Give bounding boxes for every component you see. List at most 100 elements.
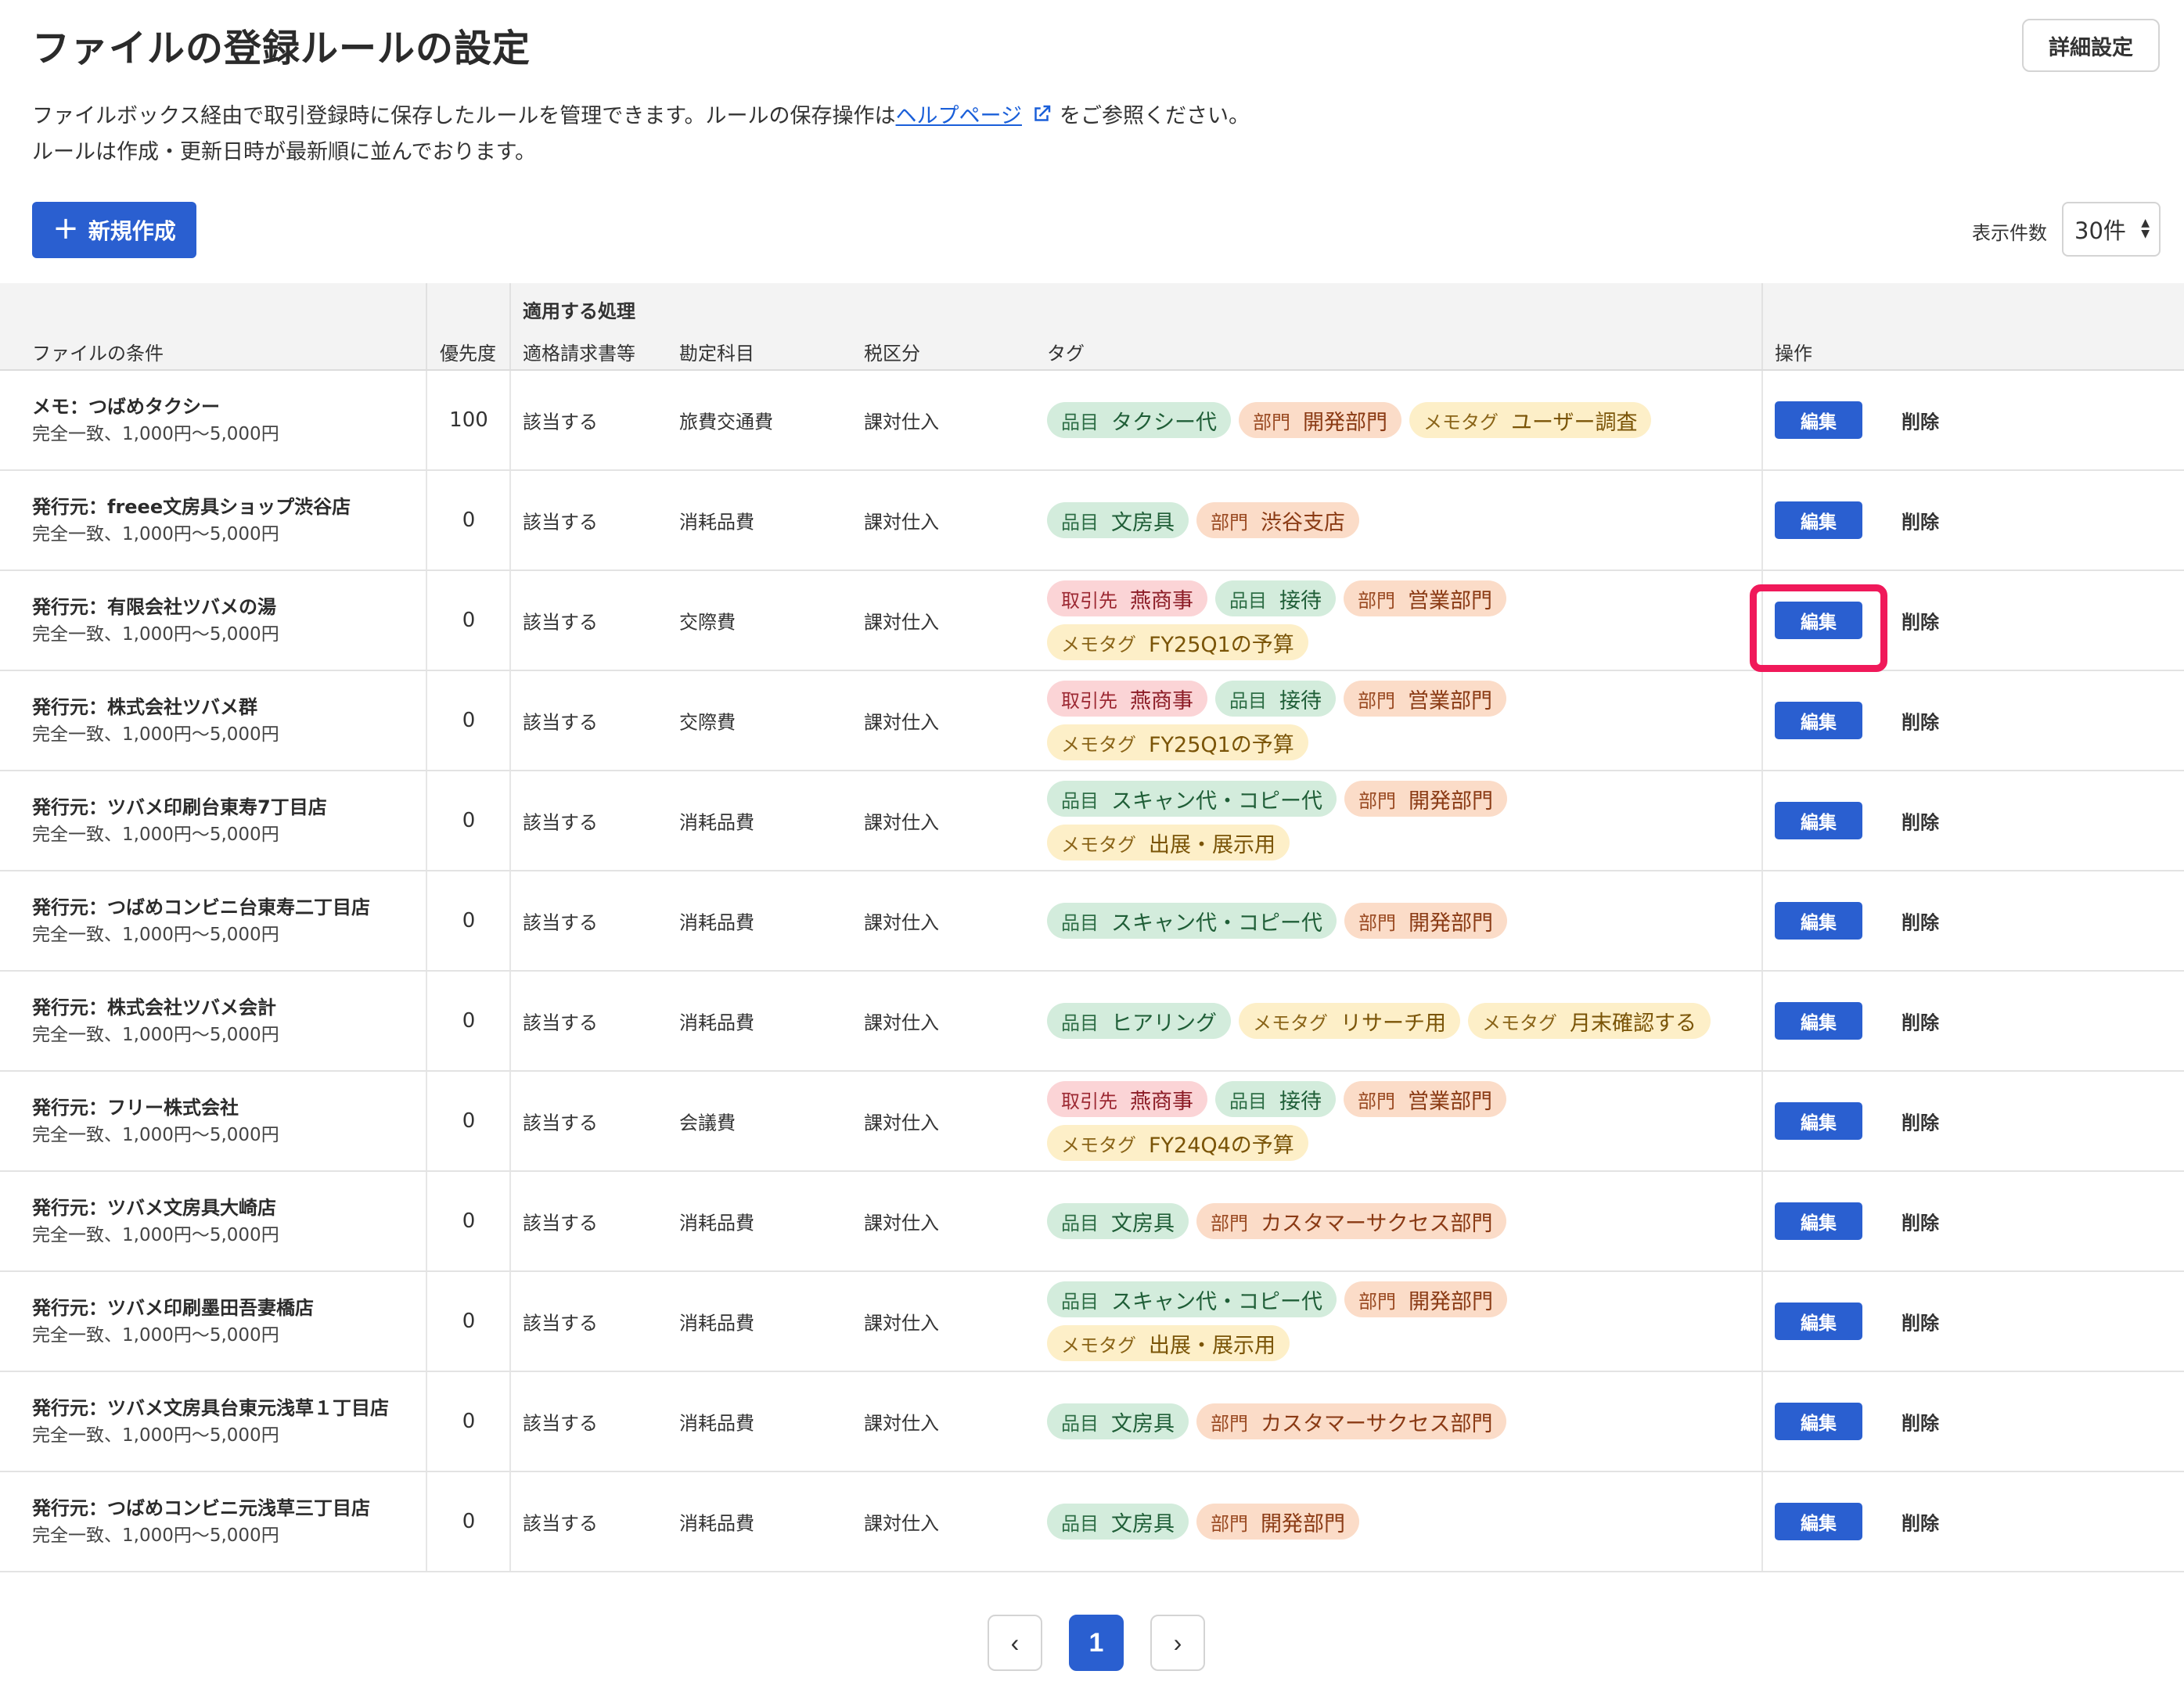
- tag-key: 取引先: [1061, 1090, 1117, 1112]
- rule-account: 消耗品費: [679, 511, 754, 534]
- edit-button[interactable]: 編集: [1775, 802, 1862, 839]
- delete-button[interactable]: 削除: [1902, 1108, 1939, 1135]
- tag-key: 部門: [1358, 689, 1395, 712]
- rule-condition-title: 発行元：freee文房具ショップ渋谷店: [32, 496, 351, 518]
- edit-button[interactable]: 編集: [1775, 702, 1862, 739]
- edit-button[interactable]: 編集: [1775, 1102, 1862, 1140]
- detail-settings-button[interactable]: 詳細設定: [2022, 19, 2160, 72]
- rule-invoice: 該当する: [523, 1512, 598, 1535]
- rule-account: 消耗品費: [679, 1212, 754, 1234]
- column-header-invoice: 適格請求書等: [523, 343, 635, 365]
- rule-condition: メモ：つばめタクシー 完全一致、1,000円〜5,000円: [32, 393, 279, 447]
- tag-value: FY25Q1の予算: [1149, 732, 1294, 757]
- tag-key: 部門: [1253, 411, 1290, 433]
- edit-button[interactable]: 編集: [1775, 1002, 1862, 1040]
- rule-condition-detail: 完全一致、1,000円〜5,000円: [32, 925, 279, 945]
- rule-tax: 課対仕入: [864, 511, 939, 534]
- tag-partner: 取引先 燕商事: [1047, 580, 1207, 616]
- table-row: 発行元：ツバメ文房具大崎店 完全一致、1,000円〜5,000円 0 該当する 消耗品費…: [0, 1172, 2184, 1272]
- edit-button[interactable]: 編集: [1775, 902, 1862, 940]
- delete-button[interactable]: 削除: [1902, 907, 1939, 935]
- rule-tax: 課対仕入: [864, 1512, 939, 1535]
- tag-item: 品目 接待: [1215, 1081, 1336, 1117]
- create-rule-label: 新規作成: [88, 218, 176, 244]
- edit-button[interactable]: 編集: [1775, 1202, 1862, 1240]
- tag-key: 品目: [1061, 1212, 1099, 1234]
- tag-value: 営業部門: [1408, 688, 1492, 713]
- description-text: ファイルボックス経由で取引登録時に保存したルールを管理できます。ルールの保存操作…: [32, 104, 896, 128]
- tag-item: 品目 スキャン代・コピー代: [1047, 781, 1337, 817]
- rule-tags: 品目 文房具 部門 カスタマーサクセス部門: [1047, 1403, 1720, 1439]
- edit-button[interactable]: 編集: [1775, 602, 1862, 639]
- tag-key: 部門: [1211, 1212, 1248, 1234]
- rule-condition-detail: 完全一致、1,000円〜5,000円: [32, 524, 279, 544]
- tag-item: 品目 文房具: [1047, 1403, 1189, 1439]
- rule-condition-title: 発行元：ツバメ文房具大崎店: [32, 1197, 276, 1219]
- delete-button[interactable]: 削除: [1902, 1208, 1939, 1235]
- table-body: メモ：つばめタクシー 完全一致、1,000円〜5,000円 100 該当する 旅費交通費…: [0, 371, 2184, 1572]
- create-rule-button[interactable]: + 新規作成: [32, 202, 196, 258]
- column-divider: [509, 283, 511, 369]
- rule-condition-title: 発行元：つばめコンビニ台東寿二丁目店: [32, 897, 370, 918]
- tag-key: メモタグ: [1423, 411, 1499, 433]
- rule-invoice: 該当する: [523, 1212, 598, 1234]
- delete-button[interactable]: 削除: [1902, 407, 1939, 434]
- rule-condition-detail: 完全一致、1,000円〜5,000円: [32, 424, 279, 444]
- rule-account: 消耗品費: [679, 811, 754, 834]
- tag-dept: 部門 開発部門: [1344, 903, 1507, 939]
- edit-button[interactable]: 編集: [1775, 1403, 1862, 1440]
- applied-process-header: 適用する処理: [523, 300, 635, 322]
- rule-tags: 取引先 燕商事 品目 接待 部門 営業部門 メモタグ FY25Q1の予算: [1047, 580, 1720, 660]
- tag-value: 接待: [1279, 588, 1322, 613]
- column-divider: [1761, 671, 1763, 770]
- next-page-button[interactable]: ›: [1150, 1615, 1205, 1671]
- tag-value: 燕商事: [1130, 588, 1193, 613]
- delete-button[interactable]: 削除: [1902, 1308, 1939, 1335]
- rule-condition: 発行元：株式会社ツバメ群 完全一致、1,000円〜5,000円: [32, 693, 279, 748]
- tag-memo: メモタグ 出展・展示用: [1047, 825, 1290, 861]
- rule-tags: 品目 スキャン代・コピー代 部門 開発部門: [1047, 903, 1720, 939]
- edit-button[interactable]: 編集: [1775, 1303, 1862, 1340]
- tag-key: 品目: [1229, 689, 1267, 712]
- per-page-label: 表示件数: [1972, 222, 2047, 244]
- prev-page-button[interactable]: ‹: [988, 1615, 1042, 1671]
- rule-condition-detail: 完全一致、1,000円〜5,000円: [32, 1025, 279, 1045]
- delete-button[interactable]: 削除: [1902, 507, 1939, 534]
- delete-button[interactable]: 削除: [1902, 1008, 1939, 1035]
- delete-button[interactable]: 削除: [1902, 807, 1939, 835]
- rule-condition-title: 発行元：フリー株式会社: [32, 1097, 239, 1119]
- edit-button[interactable]: 編集: [1775, 501, 1862, 539]
- tag-memo: メモタグ 月末確認する: [1468, 1003, 1711, 1039]
- table-row: 発行元：つばめコンビニ元浅草三丁目店 完全一致、1,000円〜5,000円 0 該当す…: [0, 1472, 2184, 1572]
- edit-button[interactable]: 編集: [1775, 1503, 1862, 1540]
- rule-tags: 品目 タクシー代 部門 開発部門 メモタグ ユーザー調査: [1047, 402, 1720, 438]
- rule-invoice: 該当する: [523, 1412, 598, 1435]
- help-page-link[interactable]: ヘルプページ: [896, 104, 1022, 128]
- tag-key: 部門: [1211, 511, 1248, 534]
- rule-condition: 発行元：ツバメ文房具大崎店 完全一致、1,000円〜5,000円: [32, 1194, 279, 1249]
- delete-button[interactable]: 削除: [1902, 607, 1939, 634]
- tag-dept: 部門 カスタマーサクセス部門: [1196, 1403, 1507, 1439]
- rule-condition-title: 発行元：有限会社ツバメの湯: [32, 596, 276, 618]
- per-page-select[interactable]: 30件 ▲ ▼: [2062, 202, 2161, 257]
- tag-value: スキャン代・コピー代: [1111, 789, 1322, 814]
- delete-button[interactable]: 削除: [1902, 1408, 1939, 1435]
- tag-value: 開発部門: [1409, 911, 1493, 936]
- tag-value: 出展・展示用: [1149, 832, 1275, 857]
- page-1-button[interactable]: 1: [1069, 1615, 1124, 1671]
- table-row: 発行元：つばめコンビニ台東寿二丁目店 完全一致、1,000円〜5,000円 0 該当す…: [0, 871, 2184, 972]
- tag-item: 品目 文房具: [1047, 1504, 1189, 1540]
- tag-value: カスタマーサクセス部門: [1261, 1411, 1493, 1436]
- delete-button[interactable]: 削除: [1902, 1508, 1939, 1536]
- column-divider: [1761, 471, 1763, 570]
- edit-button[interactable]: 編集: [1775, 401, 1862, 439]
- delete-button[interactable]: 削除: [1902, 707, 1939, 735]
- tag-key: 品目: [1061, 511, 1099, 534]
- rule-condition: 発行元：有限会社ツバメの湯 完全一致、1,000円〜5,000円: [32, 593, 279, 648]
- rule-priority: 0: [462, 508, 476, 532]
- tag-value: 出展・展示用: [1149, 1333, 1275, 1358]
- rule-condition-detail: 完全一致、1,000円〜5,000円: [32, 724, 279, 745]
- column-divider: [1761, 571, 1763, 670]
- tag-dept: 部門 カスタマーサクセス部門: [1196, 1203, 1507, 1239]
- tag-value: 開発部門: [1261, 1511, 1345, 1536]
